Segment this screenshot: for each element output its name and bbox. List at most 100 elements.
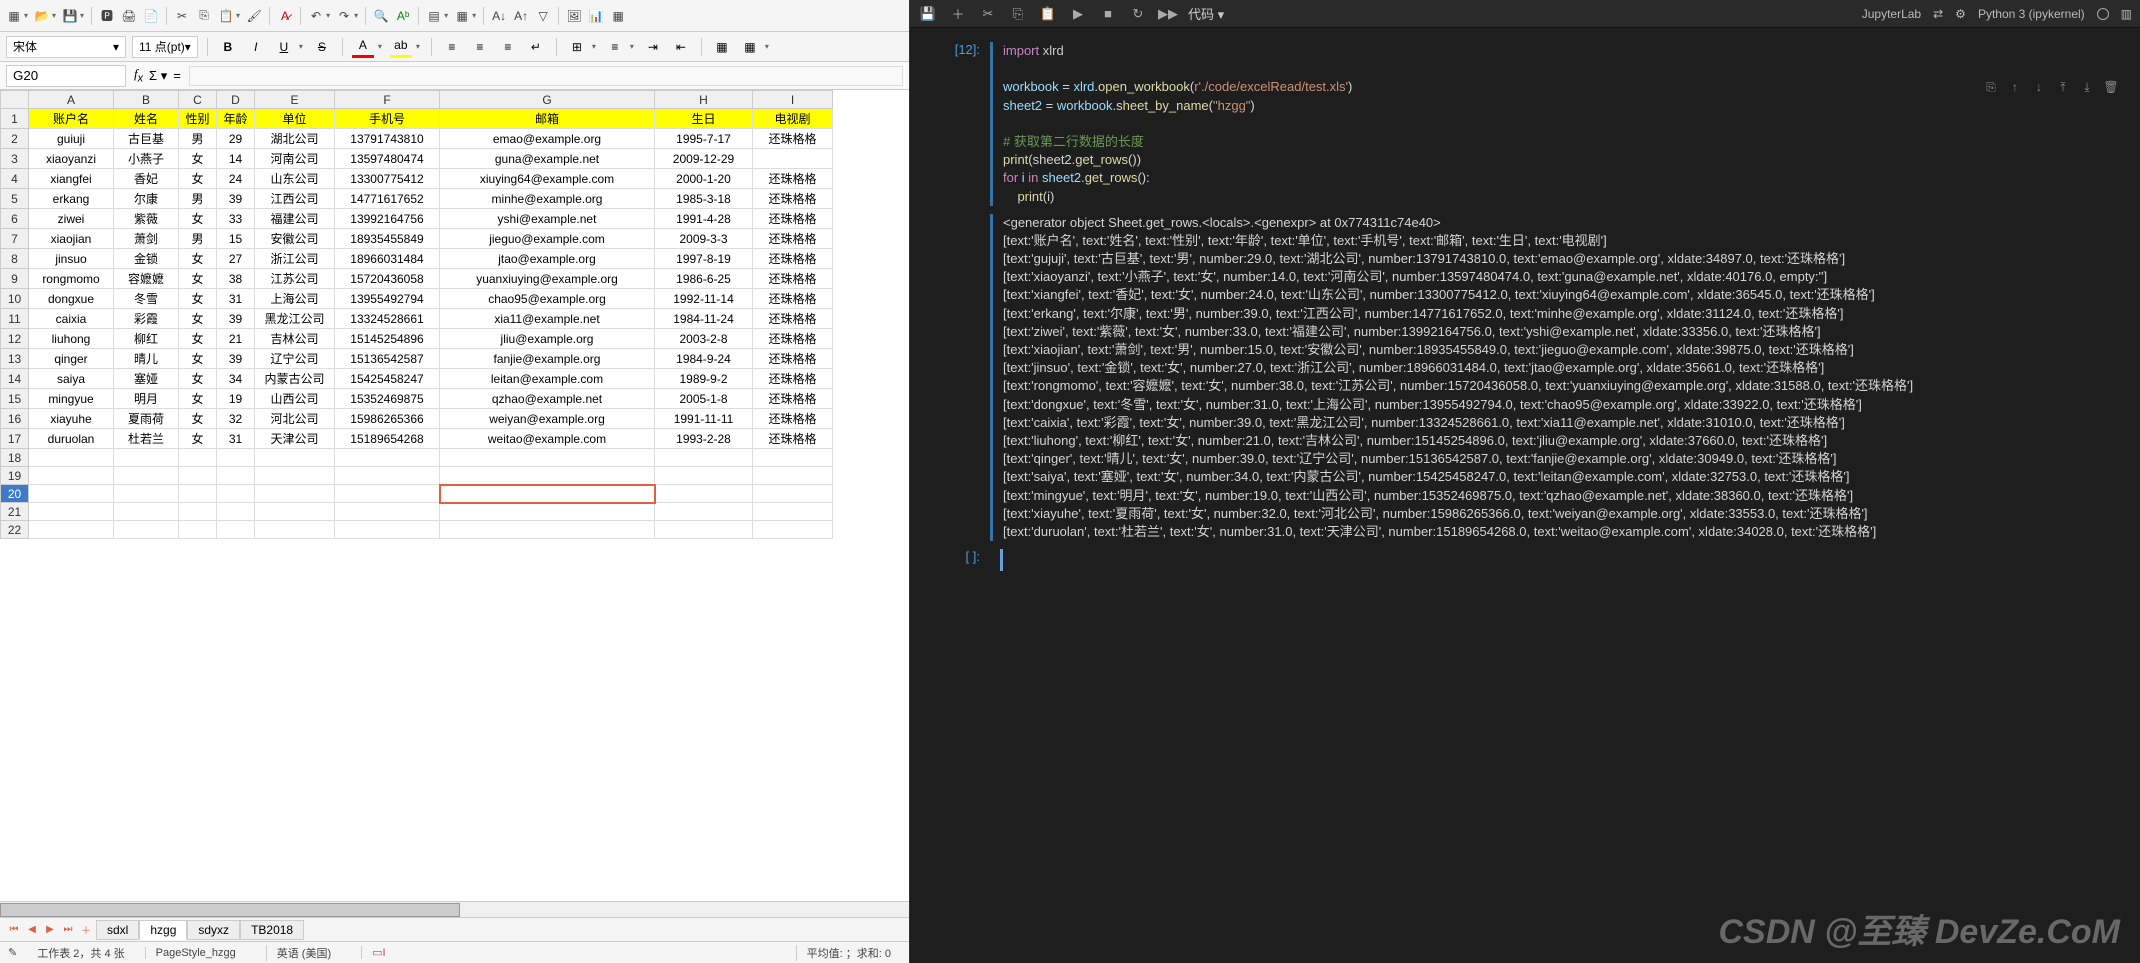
empty-cell[interactable]: [217, 449, 255, 467]
data-cell[interactable]: erkang: [29, 189, 114, 209]
data-cell[interactable]: 古巨基: [114, 129, 179, 149]
data-cell[interactable]: 还珠格格: [753, 309, 833, 329]
empty-cell[interactable]: [753, 485, 833, 503]
data-cell[interactable]: weiyan@example.org: [440, 409, 655, 429]
empty-cell[interactable]: [217, 467, 255, 485]
data-cell[interactable]: 尔康: [114, 189, 179, 209]
bold-button[interactable]: B: [217, 36, 239, 58]
data-cell[interactable]: 河南公司: [255, 149, 335, 169]
header-cell[interactable]: 姓名: [114, 109, 179, 129]
header-cell[interactable]: 生日: [655, 109, 753, 129]
data-cell[interactable]: 上海公司: [255, 289, 335, 309]
header-cell[interactable]: 年龄: [217, 109, 255, 129]
data-cell[interactable]: xiaojian: [29, 229, 114, 249]
data-cell[interactable]: 1986-6-25: [655, 269, 753, 289]
empty-cell[interactable]: [335, 449, 440, 467]
header-cell[interactable]: 单位: [255, 109, 335, 129]
data-cell[interactable]: 吉林公司: [255, 329, 335, 349]
equals-icon[interactable]: =: [173, 68, 181, 83]
data-cell[interactable]: 1991-4-28: [655, 209, 753, 229]
image-icon[interactable]: 🖼: [564, 6, 584, 26]
paste-icon[interactable]: 📋: [216, 6, 236, 26]
data-cell[interactable]: 1984-11-24: [655, 309, 753, 329]
col-header-F[interactable]: F: [335, 91, 440, 109]
redo-icon[interactable]: ↷: [334, 6, 354, 26]
data-cell[interactable]: 容嬷嬷: [114, 269, 179, 289]
cond-format-icon[interactable]: ▦: [739, 36, 761, 58]
sheet-grid[interactable]: ABCDEFGHI1账户名姓名性别年龄单位手机号邮箱生日电视剧2guiuji古巨…: [0, 90, 909, 901]
undo-dropdown[interactable]: ▾: [326, 11, 330, 20]
row-header-6[interactable]: 6: [1, 209, 29, 229]
empty-cell[interactable]: [440, 521, 655, 539]
jupyterlab-label[interactable]: JupyterLab: [1862, 7, 1921, 21]
data-cell[interactable]: 18935455849: [335, 229, 440, 249]
empty-cell[interactable]: [440, 449, 655, 467]
font-name-combo[interactable]: 宋体▾: [6, 36, 126, 58]
data-cell[interactable]: 河北公司: [255, 409, 335, 429]
data-cell[interactable]: 34: [217, 369, 255, 389]
header-cell[interactable]: 邮箱: [440, 109, 655, 129]
data-cell[interactable]: 女: [179, 249, 217, 269]
save-icon[interactable]: 💾: [918, 4, 938, 24]
data-cell[interactable]: 还珠格格: [753, 329, 833, 349]
empty-cell[interactable]: [29, 485, 114, 503]
empty-cell[interactable]: [179, 449, 217, 467]
paste-dropdown[interactable]: ▾: [236, 11, 240, 20]
run-all-icon[interactable]: ▶▶: [1158, 4, 1178, 24]
find-icon[interactable]: 🔍: [371, 6, 391, 26]
font-size-combo[interactable]: 11 点(pt)▾: [132, 36, 198, 58]
rename-icon[interactable]: ✎: [8, 946, 17, 959]
data-cell[interactable]: 还珠格格: [753, 389, 833, 409]
data-cell[interactable]: leitan@example.com: [440, 369, 655, 389]
data-cell[interactable]: 还珠格格: [753, 349, 833, 369]
data-cell[interactable]: 1991-11-11: [655, 409, 753, 429]
chart-icon[interactable]: 📊: [586, 6, 606, 26]
row-header-5[interactable]: 5: [1, 189, 29, 209]
row-header-4[interactable]: 4: [1, 169, 29, 189]
empty-cell[interactable]: [29, 449, 114, 467]
data-cell[interactable]: 塞娅: [114, 369, 179, 389]
data-cell[interactable]: 13992164756: [335, 209, 440, 229]
data-cell[interactable]: 15986265366: [335, 409, 440, 429]
sidebar-toggle-icon[interactable]: ▥: [2121, 7, 2132, 21]
clear-format-icon[interactable]: A̷: [275, 6, 295, 26]
sort-desc-icon[interactable]: A↑: [511, 6, 531, 26]
empty-cell[interactable]: [179, 485, 217, 503]
empty-cell[interactable]: [114, 521, 179, 539]
data-cell[interactable]: 2005-1-8: [655, 389, 753, 409]
data-cell[interactable]: jtao@example.org: [440, 249, 655, 269]
col-header-C[interactable]: C: [179, 91, 217, 109]
col-header-H[interactable]: H: [655, 91, 753, 109]
data-cell[interactable]: 39: [217, 309, 255, 329]
data-cell[interactable]: 还珠格格: [753, 409, 833, 429]
row-header-22[interactable]: 22: [1, 521, 29, 539]
open-icon[interactable]: 📂: [32, 6, 52, 26]
empty-cell[interactable]: [217, 521, 255, 539]
data-cell[interactable]: 32: [217, 409, 255, 429]
data-cell[interactable]: 15352469875: [335, 389, 440, 409]
data-cell[interactable]: 紫薇: [114, 209, 179, 229]
data-cell[interactable]: 13791743810: [335, 129, 440, 149]
row-header-12[interactable]: 12: [1, 329, 29, 349]
data-cell[interactable]: 香妃: [114, 169, 179, 189]
border-icon[interactable]: ▦: [711, 36, 733, 58]
data-cell[interactable]: qzhao@example.net: [440, 389, 655, 409]
empty-cell[interactable]: [29, 503, 114, 521]
pdf-icon[interactable]: 🅿: [97, 6, 117, 26]
col-header-D[interactable]: D: [217, 91, 255, 109]
data-cell[interactable]: 14771617652: [335, 189, 440, 209]
move-up-icon[interactable]: ↑: [2006, 78, 2024, 96]
data-cell[interactable]: jieguo@example.com: [440, 229, 655, 249]
copy-icon[interactable]: ⎘: [194, 6, 214, 26]
data-cell[interactable]: 明月: [114, 389, 179, 409]
data-cell[interactable]: 女: [179, 329, 217, 349]
data-cell[interactable]: 湖北公司: [255, 129, 335, 149]
data-cell[interactable]: 还珠格格: [753, 129, 833, 149]
spell-icon[interactable]: Aᵇ: [393, 6, 413, 26]
tab-last-icon[interactable]: ⏭: [60, 922, 76, 938]
data-cell[interactable]: guiuji: [29, 129, 114, 149]
underline-button[interactable]: U: [273, 36, 295, 58]
row-header-7[interactable]: 7: [1, 229, 29, 249]
data-cell[interactable]: 还珠格格: [753, 429, 833, 449]
new-dropdown[interactable]: ▾: [24, 11, 28, 20]
